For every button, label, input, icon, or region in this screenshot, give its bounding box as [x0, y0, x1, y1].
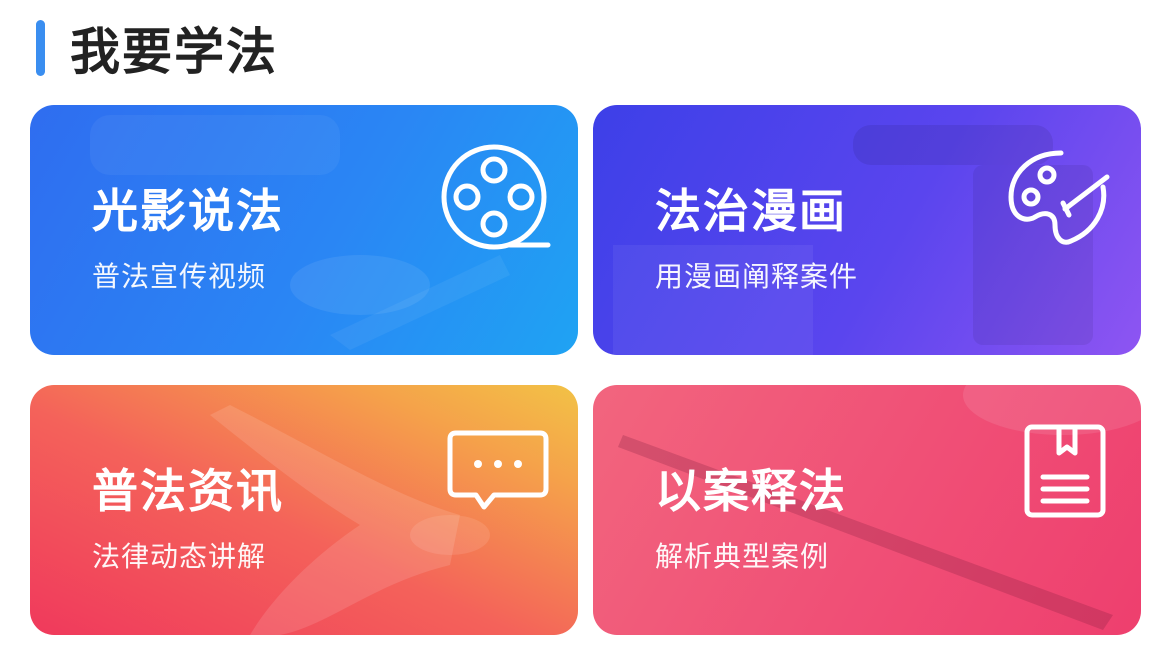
- section-accent-bar: [36, 20, 45, 76]
- card-title: 光影说法: [92, 184, 284, 238]
- section-header: 我要学法: [36, 18, 278, 81]
- card-title: 以案释法: [655, 464, 847, 518]
- bookmark-document-icon: [1024, 424, 1106, 518]
- section-title: 我要学法: [70, 23, 278, 81]
- chat-bubble-icon: [447, 430, 549, 510]
- card-subtitle: 普法宣传视频: [92, 260, 267, 293]
- card-subtitle: 解析典型案例: [655, 540, 830, 573]
- card-legal-comic[interactable]: 法治漫画 用漫画阐释案件: [593, 105, 1141, 355]
- card-title: 法治漫画: [655, 184, 847, 238]
- film-reel-icon: [441, 144, 551, 250]
- card-subtitle: 法律动态讲解: [92, 540, 267, 573]
- card-title: 普法资讯: [92, 464, 284, 518]
- card-subtitle: 用漫画阐释案件: [655, 260, 859, 293]
- card-case-interpretation[interactable]: 以案释法 解析典型案例: [593, 385, 1141, 635]
- card-legal-news[interactable]: 普法资讯 法律动态讲解: [30, 385, 578, 635]
- palette-icon: [1008, 150, 1110, 245]
- card-video-law[interactable]: 光影说法 普法宣传视频: [30, 105, 578, 355]
